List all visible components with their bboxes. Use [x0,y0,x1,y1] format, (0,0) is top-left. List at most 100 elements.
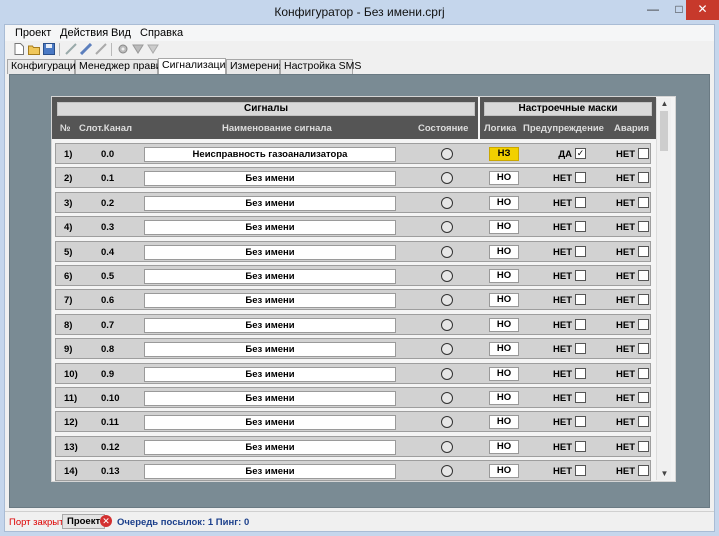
minimize-button[interactable]: — [640,0,666,20]
menu-actions[interactable]: Действия [60,27,108,39]
tab-configuration[interactable]: Конфигурация [7,59,81,74]
tab-signaling[interactable]: Сигнализация [158,58,231,74]
tab-rule-manager[interactable]: Менеджер правил [75,59,168,74]
row-number: 10) [64,368,78,380]
alarm-checkbox[interactable] [638,440,649,452]
signal-name-field[interactable]: Без имени [144,293,396,309]
warning-checkbox[interactable] [575,245,586,257]
logic-button[interactable]: НО [489,269,519,283]
warning-checkbox[interactable] [575,465,586,477]
signal-name-field[interactable]: Неисправность газоанализатора [144,147,396,162]
signal-name-field[interactable]: Без имени [144,171,396,187]
menu-view[interactable]: Вид [111,27,131,39]
tool-4-icon[interactable] [132,43,144,55]
signal-name-field[interactable]: Без имени [144,220,396,236]
row-number: 1) [64,149,73,160]
logic-button[interactable]: НО [489,293,519,308]
project-status: Проект [62,514,106,529]
alarm-checkbox[interactable] [638,221,649,233]
tool-1-icon[interactable] [65,43,77,55]
logic-button[interactable]: НО [489,317,519,332]
signal-name-field[interactable]: Без имени [144,244,396,260]
warning-checkbox[interactable] [575,343,586,355]
signal-name-field[interactable]: Без имени [144,269,396,284]
new-file-icon[interactable] [13,43,25,55]
tool-2-icon[interactable] [80,43,92,55]
warning-label: НЕТ [553,246,572,258]
alarm-checkbox[interactable] [638,172,649,184]
signal-name-field[interactable]: Без имени [144,195,396,211]
open-folder-icon[interactable] [28,43,40,55]
warning-checkbox[interactable] [575,416,586,428]
col-logic: Логика [484,123,517,134]
menu-help[interactable]: Справка [140,27,183,39]
slot-channel: 0.3 [101,222,115,234]
logic-button[interactable]: НО [489,171,519,186]
signal-name-field[interactable]: Без имени [144,464,396,480]
signal-name-field[interactable]: Без имени [144,439,396,455]
alarm-checkbox[interactable] [638,270,649,281]
alarm-checkbox[interactable] [638,367,649,379]
state-indicator-icon [441,392,453,404]
scroll-thumb[interactable] [660,111,668,151]
state-indicator-icon [441,221,453,234]
alarm-checkbox[interactable] [638,465,649,477]
signal-name-field[interactable]: Без имени [144,342,396,358]
warning-checkbox[interactable] [575,440,586,452]
alarm-label: НЕТ [616,197,635,209]
menu-project[interactable]: Проект [15,27,51,39]
logic-button[interactable]: НО [489,439,519,454]
state-indicator-icon [441,245,453,258]
warning-checkbox[interactable] [575,392,586,403]
logic-button[interactable]: НО [489,195,519,210]
alarm-checkbox[interactable] [638,318,649,330]
alarm-label: НЕТ [616,271,635,282]
tab-measurements[interactable]: Измерения [226,59,284,74]
alarm-checkbox[interactable] [638,343,649,355]
warning-checkbox[interactable] [575,221,586,233]
logic-button[interactable]: НЗ [489,147,519,161]
tab-sms-settings[interactable]: Настройка SMS [280,59,361,74]
signal-name-field[interactable]: Без имени [144,366,396,382]
masks-group-title: Настроечные маски [484,102,652,116]
alarm-checkbox[interactable] [638,245,649,257]
row-number: 11) [64,393,78,404]
alarm-label: НЕТ [616,149,635,160]
logic-button[interactable]: НО [489,464,519,479]
signal-name-field[interactable]: Без имени [144,415,396,431]
tool-5-icon[interactable] [147,43,159,55]
warning-checkbox[interactable] [575,294,586,306]
logic-button[interactable]: НО [489,391,519,405]
logic-button[interactable]: НО [489,415,519,430]
alarm-checkbox[interactable] [638,196,649,208]
vertical-scrollbar[interactable]: ▲ ▼ [656,98,671,480]
logic-button[interactable]: НО [489,244,519,259]
warning-label: ДА [558,149,572,160]
tool-3-icon[interactable] [95,43,107,55]
alarm-checkbox[interactable] [638,148,649,159]
scroll-up-arrow-icon[interactable]: ▲ [657,98,672,110]
warning-checkbox[interactable] [575,318,586,330]
row-number: 8) [64,319,73,331]
row-number: 2) [64,173,73,185]
alarm-checkbox[interactable] [638,294,649,306]
warning-checkbox[interactable] [575,196,586,208]
close-button[interactable]: ✕ [686,0,719,20]
signal-name-field[interactable]: Без имени [144,391,396,406]
logic-button[interactable]: НО [489,366,519,381]
settings-icon[interactable] [117,43,129,55]
alarm-label: НЕТ [616,173,635,185]
warning-checkbox[interactable] [575,172,586,184]
save-icon[interactable] [43,43,55,55]
warning-checkbox[interactable] [575,367,586,379]
logic-button[interactable]: НО [489,342,519,357]
queue-status: Очередь посылок: 1 Пинг: 0 [117,517,250,528]
warning-checkbox[interactable]: ✓ [575,148,586,159]
main-window: Проект Действия Вид Справка Конфигурация… [4,24,715,532]
alarm-checkbox[interactable] [638,416,649,428]
warning-checkbox[interactable] [575,270,586,281]
scroll-down-arrow-icon[interactable]: ▼ [657,468,672,480]
alarm-checkbox[interactable] [638,392,649,403]
logic-button[interactable]: НО [489,220,519,235]
signal-name-field[interactable]: Без имени [144,317,396,333]
